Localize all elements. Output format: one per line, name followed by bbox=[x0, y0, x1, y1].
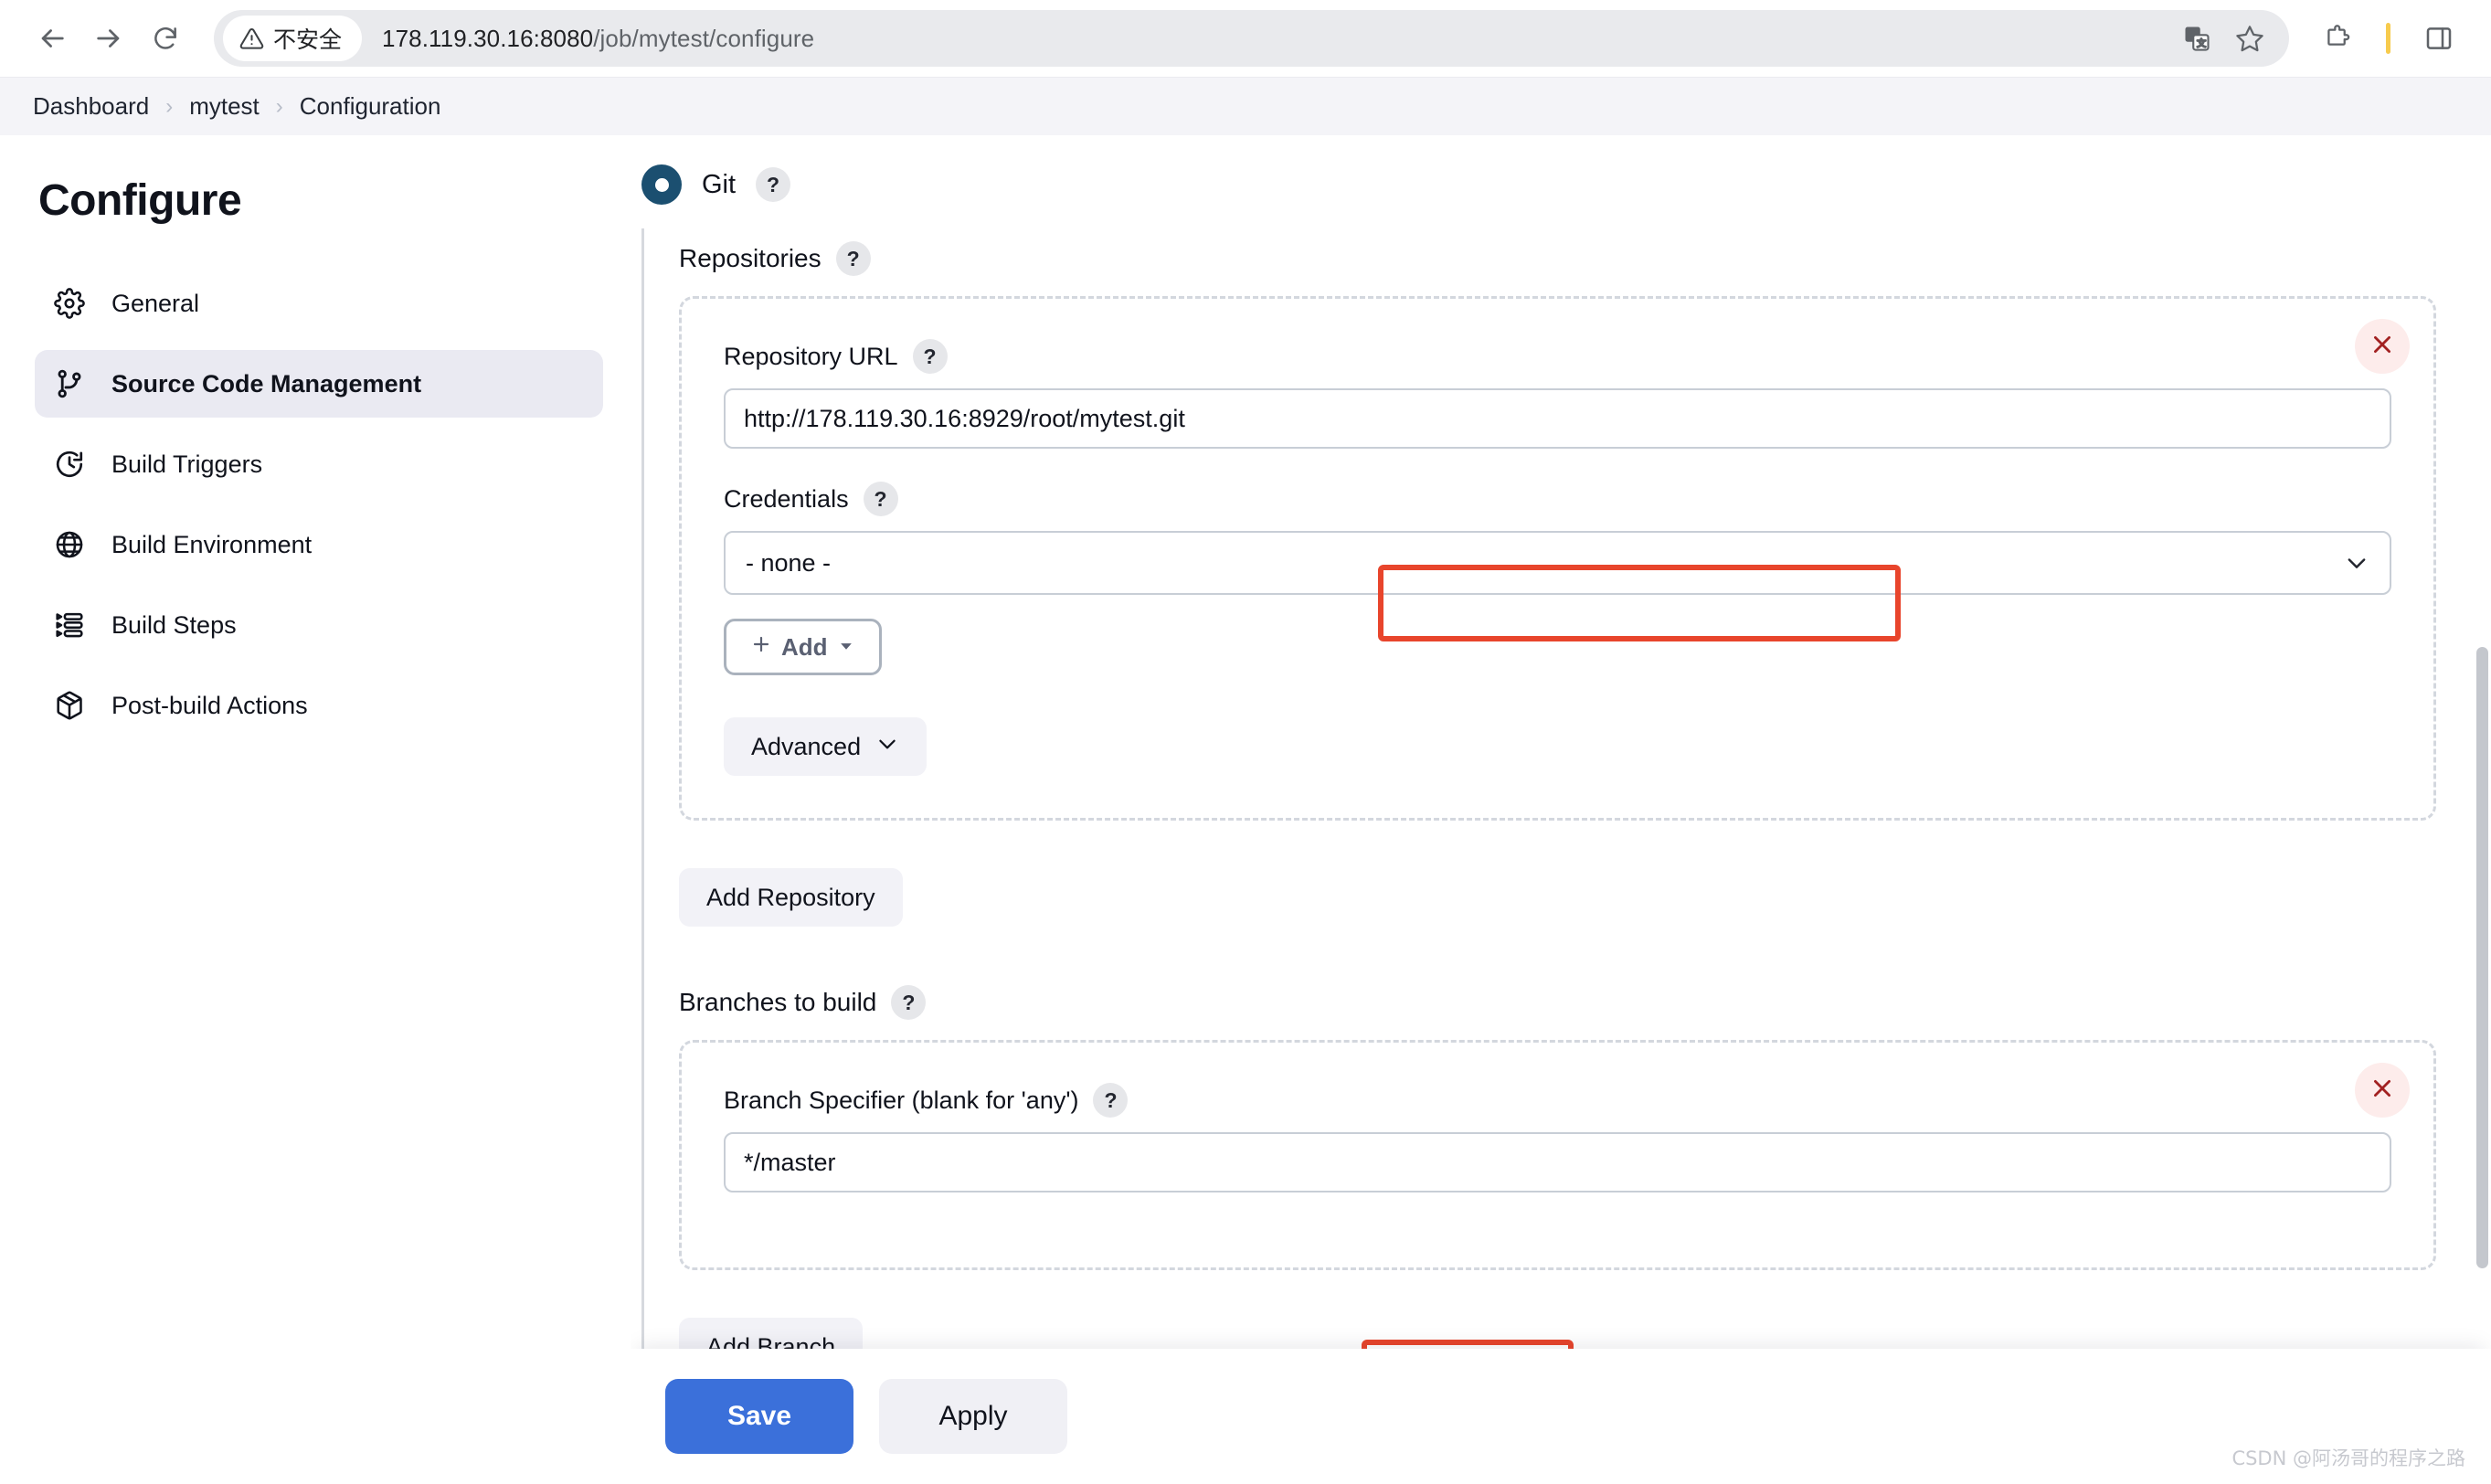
globe-icon bbox=[51, 526, 88, 563]
add-repository-label: Add Repository bbox=[706, 883, 875, 911]
sidebar-item-label: Post-build Actions bbox=[111, 691, 308, 719]
browser-actions bbox=[2304, 10, 2467, 67]
url-path: /job/mytest/configure bbox=[593, 24, 815, 52]
page-scrollbar[interactable] bbox=[2473, 135, 2491, 1484]
address-bar[interactable]: 不安全 178.119.30.16:8080/job/mytest/config… bbox=[214, 10, 2289, 67]
puzzle-extensions-icon bbox=[2323, 24, 2352, 53]
delete-repository-button[interactable] bbox=[2355, 319, 2410, 374]
repository-url-label: Repository URL bbox=[724, 342, 898, 370]
help-icon[interactable]: ? bbox=[912, 339, 948, 374]
breadcrumb-separator: › bbox=[275, 93, 283, 119]
forward-button[interactable] bbox=[80, 10, 137, 67]
omnibox-actions: G 文 bbox=[2154, 12, 2276, 65]
clock-icon bbox=[51, 446, 88, 482]
branches-label: Branches to build bbox=[679, 988, 877, 1016]
sidebar-item-build-environment[interactable]: Build Environment bbox=[35, 511, 603, 578]
back-button[interactable] bbox=[24, 10, 80, 67]
list-steps-icon bbox=[51, 607, 88, 643]
branch-specifier-input[interactable]: */master bbox=[724, 1132, 2391, 1192]
sidebar-item-label: Build Steps bbox=[111, 610, 237, 639]
branch-entry: Branch Specifier (blank for 'any') ? */m… bbox=[679, 1040, 2436, 1270]
watermark: CSDN @阿汤哥的程序之路 bbox=[2231, 1447, 2465, 1469]
sidebar-item-post-build-actions[interactable]: Post-build Actions bbox=[35, 672, 603, 739]
configure-sidebar: Configure General Source Code Management bbox=[0, 135, 631, 1484]
repository-entry: Repository URL ? http://178.119.30.16:89… bbox=[679, 296, 2436, 821]
svg-text:文: 文 bbox=[2197, 37, 2206, 49]
extensions-button[interactable] bbox=[2309, 10, 2366, 67]
repository-url-header: Repository URL ? bbox=[724, 339, 2391, 374]
security-label: 不安全 bbox=[273, 26, 343, 53]
breadcrumb: Dashboard › mytest › Configuration bbox=[0, 77, 2491, 135]
repositories-header: Repositories ? bbox=[679, 241, 2436, 276]
breadcrumb-item-configuration[interactable]: Configuration bbox=[289, 89, 452, 124]
breadcrumb-item-dashboard[interactable]: Dashboard bbox=[22, 89, 160, 124]
side-panel-icon bbox=[2424, 24, 2454, 53]
advanced-label: Advanced bbox=[751, 732, 862, 760]
git-branch-icon bbox=[51, 366, 88, 402]
sidebar-item-label: General bbox=[111, 289, 200, 317]
delete-branch-button[interactable] bbox=[2355, 1063, 2410, 1118]
sidebar-item-build-triggers[interactable]: Build Triggers bbox=[35, 430, 603, 498]
repositories-label: Repositories bbox=[679, 244, 822, 272]
branches-header: Branches to build ? bbox=[679, 985, 2436, 1020]
scrollbar-thumb[interactable] bbox=[2476, 647, 2488, 1268]
arrow-left-icon bbox=[37, 23, 68, 54]
sidebar-item-label: Build Triggers bbox=[111, 450, 263, 478]
add-repository-button[interactable]: Add Repository bbox=[679, 868, 903, 927]
configure-form: Git ? Repositories ? Repository URL ? ht… bbox=[631, 135, 2491, 1484]
chevron-down-icon bbox=[875, 732, 899, 762]
help-icon[interactable]: ? bbox=[756, 167, 791, 202]
sidebar-item-general[interactable]: General bbox=[35, 270, 603, 337]
credentials-label: Credentials bbox=[724, 484, 849, 513]
close-x-icon bbox=[2369, 1076, 2395, 1106]
sidebar-item-source-code-management[interactable]: Source Code Management bbox=[35, 350, 603, 418]
reload-icon bbox=[151, 24, 180, 53]
help-icon[interactable]: ? bbox=[1093, 1083, 1129, 1118]
branch-specifier-header: Branch Specifier (blank for 'any') ? bbox=[724, 1083, 2391, 1118]
credentials-selected-value: - none - bbox=[746, 548, 832, 577]
repository-url-input[interactable]: http://178.119.30.16:8929/root/mytest.gi… bbox=[724, 388, 2391, 449]
package-box-icon bbox=[51, 687, 88, 724]
apply-button[interactable]: Apply bbox=[879, 1379, 1067, 1454]
side-panel-button[interactable] bbox=[2411, 10, 2467, 67]
help-icon[interactable]: ? bbox=[863, 482, 898, 516]
form-action-bar: Save Apply bbox=[631, 1349, 2491, 1484]
page-body: Configure General Source Code Management bbox=[0, 135, 2491, 1484]
credentials-select[interactable]: - none - bbox=[724, 531, 2391, 595]
browser-toolbar: 不安全 178.119.30.16:8080/job/mytest/config… bbox=[0, 0, 2491, 77]
warning-triangle-icon bbox=[239, 26, 264, 51]
help-icon[interactable]: ? bbox=[835, 241, 871, 276]
credentials-header: Credentials ? bbox=[724, 482, 2391, 516]
translate-icon[interactable]: G 文 bbox=[2170, 12, 2223, 65]
advanced-button[interactable]: Advanced bbox=[724, 717, 928, 776]
radio-selected-icon[interactable] bbox=[641, 164, 682, 205]
breadcrumb-item-mytest[interactable]: mytest bbox=[178, 89, 270, 124]
page-title: Configure bbox=[38, 176, 242, 225]
help-icon[interactable]: ? bbox=[891, 985, 927, 1020]
site-security-chip[interactable]: 不安全 bbox=[223, 16, 363, 61]
sidebar-item-label: Source Code Management bbox=[111, 369, 422, 398]
plus-icon bbox=[750, 633, 772, 662]
profile-accent-divider bbox=[2386, 23, 2390, 54]
sidebar-item-build-steps[interactable]: Build Steps bbox=[35, 591, 603, 659]
caret-down-icon bbox=[837, 633, 855, 662]
breadcrumb-separator: › bbox=[165, 93, 174, 119]
bookmark-star-icon[interactable] bbox=[2223, 12, 2276, 65]
chevron-down-icon bbox=[2344, 550, 2369, 576]
add-credentials-button[interactable]: Add bbox=[724, 619, 882, 675]
sidebar-item-label: Build Environment bbox=[111, 530, 313, 558]
scm-git-label: Git bbox=[702, 169, 737, 199]
branch-specifier-label: Branch Specifier (blank for 'any') bbox=[724, 1086, 1079, 1114]
add-credentials-label: Add bbox=[781, 632, 828, 661]
close-x-icon bbox=[2369, 332, 2395, 362]
url-text: 178.119.30.16:8080/job/mytest/configure bbox=[382, 24, 815, 52]
scm-git-option[interactable]: Git ? bbox=[631, 164, 2436, 205]
arrow-right-icon bbox=[93, 23, 124, 54]
reload-button[interactable] bbox=[137, 10, 194, 67]
gear-icon bbox=[51, 285, 88, 322]
git-section: Repositories ? Repository URL ? http://1… bbox=[641, 228, 2436, 1376]
save-button[interactable]: Save bbox=[665, 1379, 853, 1454]
